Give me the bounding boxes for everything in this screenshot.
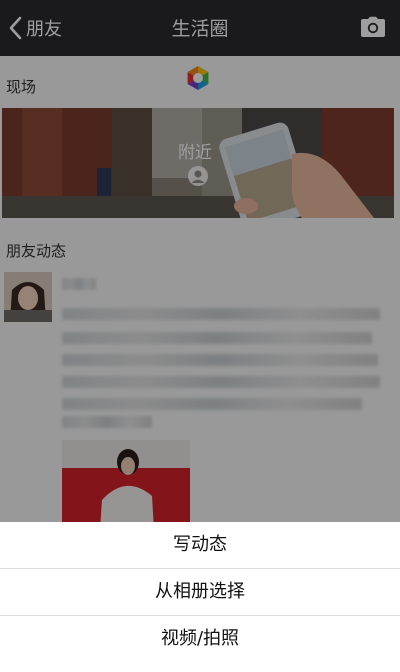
choose-from-album-option[interactable]: 从相册选择 <box>0 569 400 615</box>
action-sheet: 写动态 从相册选择 视频/拍照 <box>0 522 400 672</box>
video-photo-option[interactable]: 视频/拍照 <box>0 616 400 662</box>
write-post-option[interactable]: 写动态 <box>0 522 400 568</box>
